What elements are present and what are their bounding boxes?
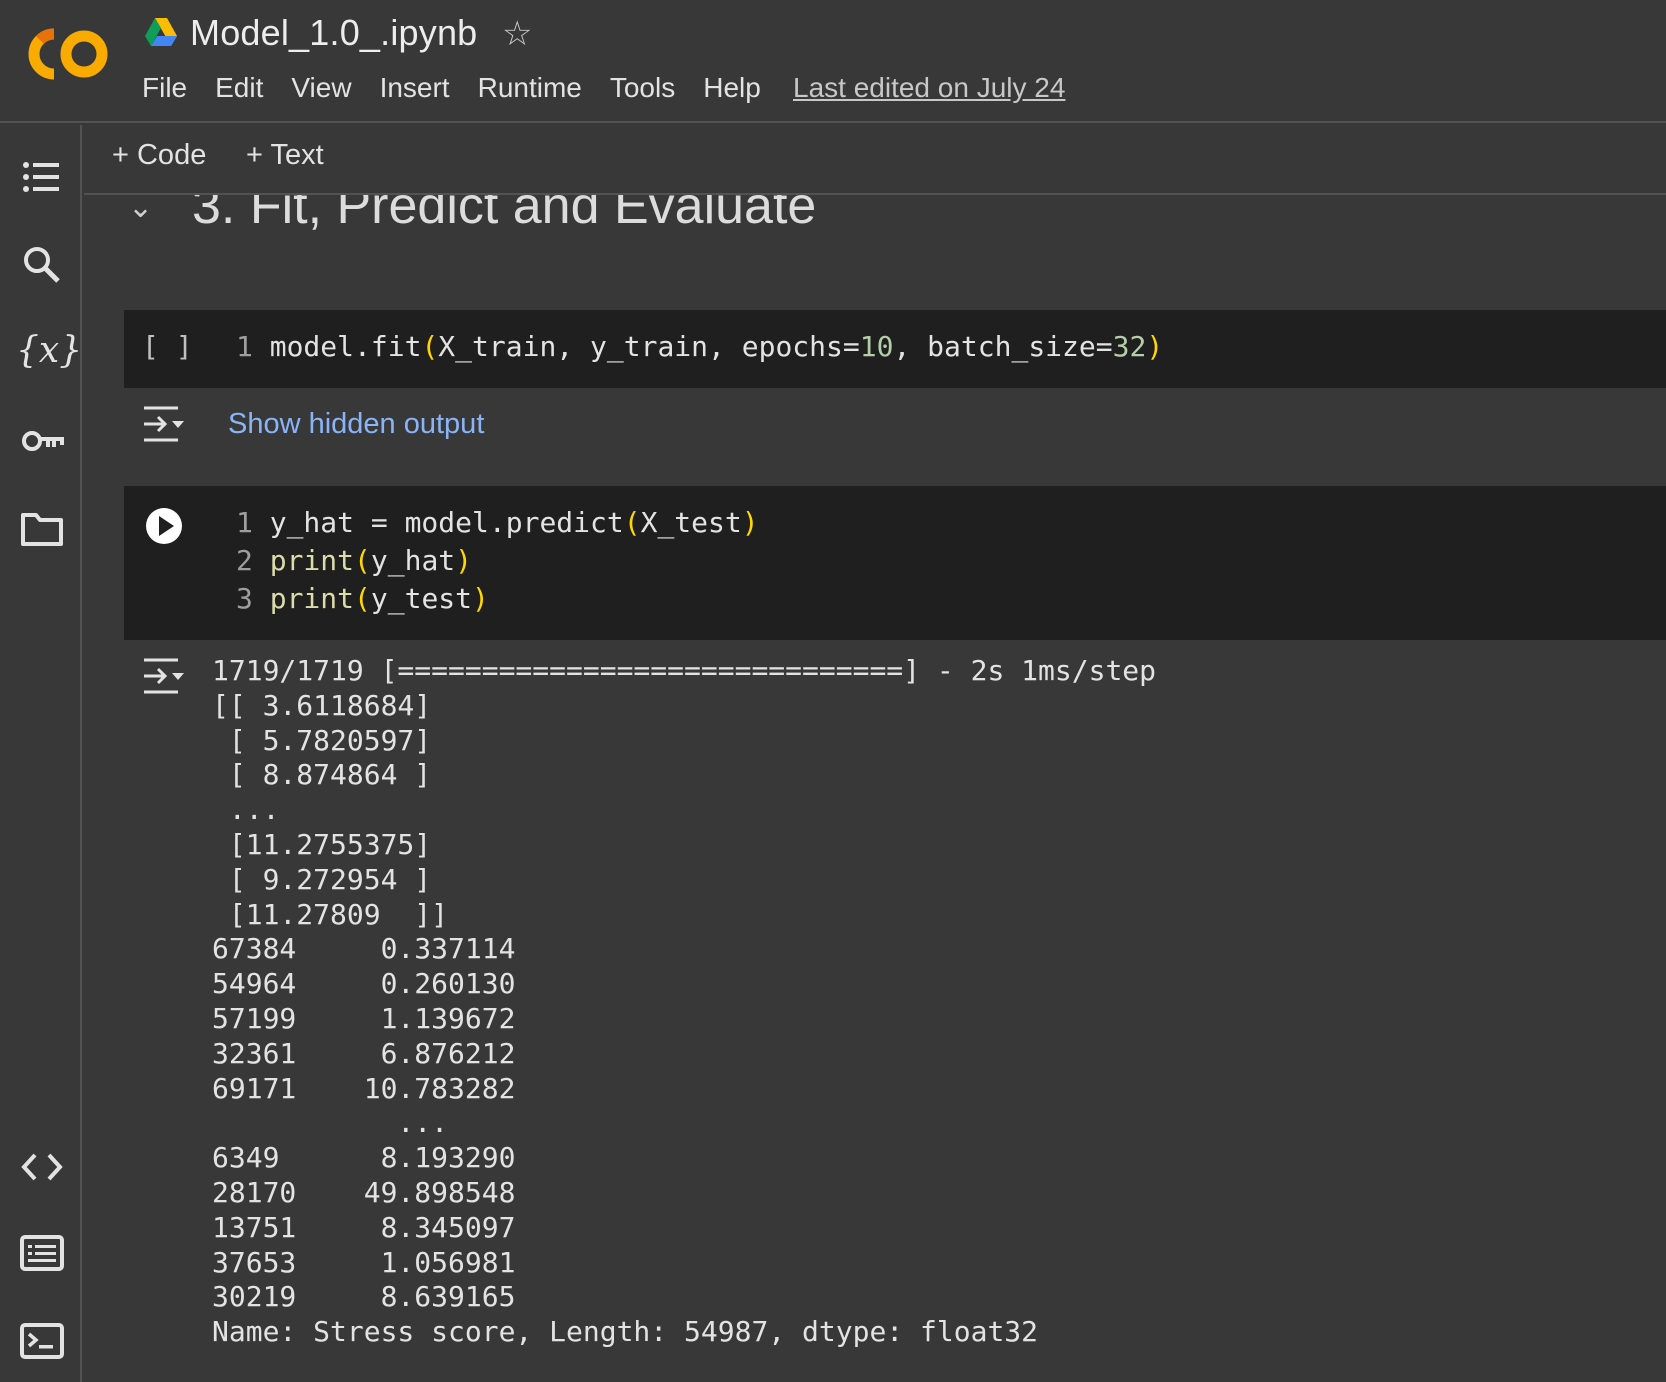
output-line: [11.2755375]	[212, 827, 432, 861]
output-line: Name: Stress score, Length: 54987, dtype…	[212, 1315, 1039, 1349]
output-line: 32361 6.876212	[212, 1036, 516, 1070]
cell-fit-code[interactable]: 1 model.fit(X_train, y_train, epochs=10,…	[236, 328, 1163, 366]
collapse-section-icon[interactable]: ⌄	[128, 190, 153, 225]
output-line: [ 9.272954 ]	[212, 862, 432, 896]
run-cell-button[interactable]	[144, 506, 184, 546]
colab-logo[interactable]	[26, 24, 112, 84]
output-line: ...	[212, 1106, 499, 1140]
notebook-title[interactable]: Model_1.0_.ipynb	[190, 12, 477, 54]
notebook-toolbar: + Code + Text	[84, 125, 1666, 195]
output-line: [[ 3.6118684]	[212, 688, 432, 722]
line-number: 2	[236, 544, 253, 577]
line-number: 1	[236, 506, 253, 539]
left-sidebar: {x}	[0, 125, 82, 1382]
output-line: 37653 1.056981	[212, 1245, 516, 1279]
output-toggle-icon[interactable]	[142, 404, 186, 444]
output-line: ...	[212, 793, 280, 827]
cell-output: 1719/1719 [=============================…	[212, 654, 1156, 1350]
header: Model_1.0_.ipynb ☆ File Edit View Insert…	[0, 0, 1666, 123]
line-number: 1	[236, 330, 253, 363]
star-icon[interactable]: ☆	[502, 14, 532, 54]
menu-view[interactable]: View	[291, 72, 351, 104]
show-hidden-output-link[interactable]: Show hidden output	[228, 408, 484, 441]
output-line: 67384 0.337114	[212, 932, 516, 966]
menu-edit[interactable]: Edit	[215, 72, 263, 104]
command-palette-icon[interactable]	[20, 1231, 64, 1275]
output-line: 30219 8.639165	[212, 1280, 516, 1314]
line-number: 3	[236, 582, 253, 615]
output-line: [ 5.7820597]	[212, 723, 432, 757]
secrets-key-icon[interactable]	[20, 419, 64, 463]
menu-insert[interactable]: Insert	[380, 72, 450, 104]
search-icon[interactable]	[20, 243, 64, 287]
table-of-contents-icon[interactable]	[20, 155, 64, 199]
output-line: 6349 8.193290	[212, 1141, 516, 1175]
output-toggle-icon[interactable]	[142, 656, 186, 696]
menu-tools[interactable]: Tools	[610, 72, 675, 104]
add-code-button[interactable]: + Code	[112, 139, 206, 172]
last-edited-link[interactable]: Last edited on July 24	[793, 72, 1065, 104]
menu-bar: File Edit View Insert Runtime Tools Help	[142, 72, 789, 104]
menu-file[interactable]: File	[142, 72, 187, 104]
output-line: [11.27809 ]]	[212, 897, 449, 931]
variables-icon[interactable]: {x}	[16, 330, 82, 371]
output-line: 69171 10.783282	[212, 1071, 516, 1105]
terminal-icon[interactable]	[20, 1319, 64, 1363]
output-line: 28170 49.898548	[212, 1175, 516, 1209]
folder-icon[interactable]	[20, 507, 64, 551]
code-snippets-icon[interactable]	[20, 1145, 64, 1189]
add-text-button[interactable]: + Text	[246, 139, 324, 172]
output-line: 54964 0.260130	[212, 967, 516, 1001]
cell-predict-code[interactable]: 1 y_hat = model.predict(X_test) 2 print(…	[236, 504, 759, 618]
google-drive-icon	[145, 18, 177, 46]
cell-exec-count[interactable]: [ ]	[142, 330, 193, 363]
menu-help[interactable]: Help	[703, 72, 761, 104]
menu-runtime[interactable]: Runtime	[478, 72, 582, 104]
output-line: [ 8.874864 ]	[212, 758, 432, 792]
output-line: 57199 1.139672	[212, 1001, 516, 1035]
output-line: 13751 8.345097	[212, 1210, 516, 1244]
output-line: 1719/1719 [=============================…	[212, 654, 1157, 687]
